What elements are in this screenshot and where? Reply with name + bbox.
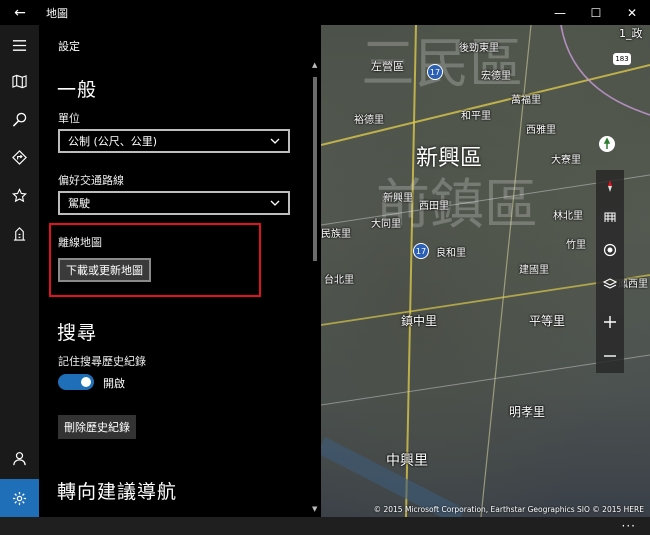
account-button[interactable] [0,440,39,476]
title-bar: ← 地圖 — ☐ ✕ [0,0,650,25]
location-pin[interactable] [596,133,618,155]
toggle-knob [81,377,91,387]
map-place-label[interactable]: 林北里 [553,207,583,222]
navigation-heading: 轉向建議導航 [57,481,178,503]
map-place-label: 1_政 [619,27,643,40]
directions-button[interactable] [0,139,39,175]
travel-mode-dropdown[interactable]: 駕駛 [58,191,290,215]
map-view[interactable]: 三民區 前鎮區 新興區 鎮中里 平等里 明孝里 中興里 左營區 後勁東里 宏德里… [321,25,650,517]
search-history-label: 記住搜尋歷史紀錄 [58,355,146,368]
settings-icon [12,491,27,505]
travel-mode-label: 偏好交通路線 [58,174,124,187]
general-heading: 一般 [57,79,98,101]
settings-scrollbar[interactable]: ▲ ▼ [312,61,318,513]
map-place-label[interactable]: 左營區 [371,58,404,74]
district-label[interactable]: 中興里 [386,450,428,470]
chevron-down-icon [270,138,280,144]
units-dropdown[interactable]: 公制 (公尺、公里) [58,129,290,153]
map-place-label[interactable]: 裕德里 [354,111,384,126]
map-place-label[interactable]: 西田里 [419,197,449,212]
favorites-icon [12,187,27,202]
highway-shield: 17 [413,243,429,259]
map-toolbar [596,170,624,373]
map-place-label[interactable]: 建國里 [519,261,549,276]
map-place-label[interactable]: 竹里 [566,236,586,251]
directions-icon [12,149,27,165]
menu-button[interactable] [0,27,39,63]
units-label: 單位 [58,112,80,125]
command-bar: ··· [0,517,650,535]
3d-cities-icon [13,226,26,241]
highway-shield: 17 [427,64,443,80]
search-button[interactable] [0,101,39,137]
scroll-up-arrow[interactable]: ▲ [312,61,317,69]
toggle-state-label: 開啟 [103,377,125,390]
maximize-button[interactable]: ☐ [578,0,614,25]
map-copyright: © 2015 Microsoft Corporation, Earthstar … [373,505,644,514]
window-title: 地圖 [46,6,68,20]
zoom-in-button[interactable] [596,308,624,336]
district-label[interactable]: 明孝里 [509,403,545,420]
map-place-label[interactable]: 西雅里 [526,121,556,136]
buildings-icon [604,212,616,222]
scroll-down-arrow[interactable]: ▼ [312,505,317,513]
search-icon [12,112,27,127]
highway-shield: 183 [613,53,631,65]
zoom-out-icon [604,355,616,357]
close-button[interactable]: ✕ [614,0,650,25]
compass-icon [608,180,612,192]
search-heading: 搜尋 [57,322,98,344]
window-controls: — ☐ ✕ [542,0,650,25]
map-place-label[interactable]: 和平里 [461,107,491,122]
units-value: 公制 (公尺、公里) [68,135,158,148]
locate-button[interactable] [596,236,624,264]
3d-cities-button[interactable] [0,215,39,251]
locate-icon [603,243,617,257]
account-icon [13,451,26,465]
more-options-button[interactable]: ··· [622,519,636,533]
map-place-label[interactable]: 宏德里 [481,67,511,82]
district-label[interactable]: 平等里 [529,312,565,329]
offline-maps-highlight [49,223,261,297]
district-label[interactable]: 新興區 [416,140,482,172]
map-place-label[interactable]: 民族里 [321,225,351,240]
compass-button[interactable] [596,172,624,200]
3d-buildings-button[interactable] [596,202,624,230]
clear-history-button[interactable]: 刪除歷史紀錄 [58,415,136,439]
map-place-label[interactable]: 良和里 [436,244,466,259]
map-place-label[interactable]: 新興里 [383,189,413,204]
pin-icon [599,136,615,152]
search-history-toggle[interactable] [58,374,94,390]
settings-button[interactable] [0,479,39,517]
district-label[interactable]: 鎮中里 [401,312,437,329]
favorites-button[interactable] [0,177,39,213]
map-icon [12,74,27,88]
layers-icon [603,278,617,289]
map-place-label[interactable]: 後勁東里 [459,39,499,54]
chevron-down-icon [270,200,280,206]
minimize-button[interactable]: — [542,0,578,25]
layers-button[interactable] [596,270,624,298]
menu-icon [12,39,27,51]
map-button[interactable] [0,63,39,99]
scroll-thumb[interactable] [313,77,317,261]
map-place-label[interactable]: 萬福里 [511,91,541,106]
zoom-out-button[interactable] [596,342,624,370]
travel-mode-value: 駕駛 [68,197,90,210]
navigation-rail [0,25,39,517]
zoom-in-icon [604,316,616,328]
map-place-label[interactable]: 大寮里 [551,151,581,166]
back-button[interactable]: ← [0,0,40,25]
settings-title: 設定 [58,40,80,53]
map-place-label[interactable]: 台北里 [324,271,354,286]
map-place-label[interactable]: 大同里 [371,215,401,230]
